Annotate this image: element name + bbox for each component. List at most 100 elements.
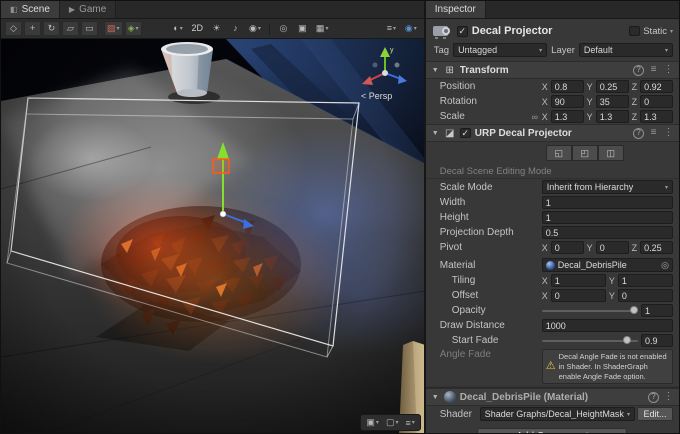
gameobject-active-checkbox[interactable]: ✓	[457, 26, 468, 37]
tab-inspector[interactable]: Inspector	[426, 1, 486, 18]
rotation-z-field[interactable]	[640, 95, 673, 108]
pivot-z-field[interactable]	[640, 241, 673, 254]
scale-x-field[interactable]	[551, 110, 584, 123]
layer-value: Default	[584, 45, 663, 55]
effects-dropdown[interactable]: ◉▾	[246, 21, 264, 36]
scale-link-icon[interactable]: ∞	[530, 112, 540, 122]
material-thumbnail-icon	[444, 391, 456, 403]
tag-dropdown[interactable]: Untagged ▾	[453, 43, 547, 57]
height-field[interactable]	[542, 211, 673, 224]
scale-row: Scale ∞ X Y Z	[426, 109, 679, 124]
opacity-slider[interactable]	[542, 304, 638, 317]
scene-tab-icon: ◧	[10, 5, 18, 14]
shader-dropdown[interactable]: Shader Graphs/Decal_HeightMask ▾	[480, 407, 635, 421]
menu-overlay-button[interactable]: ≡▾	[403, 418, 416, 428]
decal-help-icon[interactable]: ?	[633, 128, 644, 139]
material-object-field[interactable]: Decal_DebrisPile ◎	[542, 258, 673, 272]
object-picker-icon[interactable]: ◎	[661, 261, 669, 270]
edit-pivot-button[interactable]: ◰	[572, 145, 598, 161]
camera-overlay-button[interactable]: ▣▾	[364, 417, 381, 428]
persp-mode-label[interactable]: < Persp	[361, 91, 392, 101]
paint-tool-dropdown[interactable]: ▨▾	[104, 21, 123, 36]
position-y-field[interactable]	[596, 80, 629, 93]
dropdown-arrow-icon: ▾	[412, 419, 415, 426]
edit-uv-button[interactable]: ◫	[598, 145, 624, 161]
position-z-field[interactable]	[640, 80, 673, 93]
tab-scene[interactable]: ◧ Scene	[1, 1, 60, 18]
pivot-y-field[interactable]	[596, 241, 629, 254]
scale-z-field[interactable]	[640, 110, 673, 123]
dropdown-arrow-icon: ▾	[395, 419, 398, 426]
axis-z-label: Z	[632, 243, 638, 253]
decal-projector-header[interactable]: ▼ ◪ ✓ URP Decal Projector ? ≡ ⋮	[426, 124, 679, 142]
transform-foldout-icon[interactable]: ▼	[431, 67, 440, 74]
position-x-field[interactable]	[551, 80, 584, 93]
draw-distance-field[interactable]	[542, 319, 673, 332]
projection-depth-field[interactable]	[542, 226, 673, 239]
rotation-y-field[interactable]	[596, 95, 629, 108]
material-foldout-icon[interactable]: ▼	[431, 394, 440, 401]
decal-component-icon: ◪	[444, 128, 456, 139]
rect-tool-button[interactable]: ▭	[81, 21, 98, 36]
shading-mode-dropdown[interactable]: ◐▾	[170, 21, 187, 36]
2d-toggle[interactable]: 2D	[189, 21, 207, 36]
pivot-x-field[interactable]	[551, 241, 584, 254]
offset-y-field[interactable]	[618, 289, 673, 302]
axis-x-label: X	[542, 97, 548, 107]
start-fade-slider[interactable]	[542, 334, 638, 347]
overlay-menu-dropdown[interactable]: ≡▾	[383, 21, 400, 36]
shader-edit-button[interactable]: Edit...	[637, 407, 673, 421]
inspector-tab-label: Inspector	[435, 4, 476, 15]
static-toggle[interactable]: Static ▾	[629, 26, 673, 37]
frame-overlay-icon: ▢	[386, 417, 395, 428]
tab-game[interactable]: ▶ Game	[60, 1, 116, 18]
start-fade-field[interactable]	[641, 334, 673, 347]
offset-x-field[interactable]	[551, 289, 606, 302]
frame-overlay-button[interactable]: ▢▾	[384, 417, 401, 428]
transform-menu-icon[interactable]: ⋮	[663, 65, 674, 75]
warning-icon: ⚠	[546, 359, 556, 373]
height-label: Height	[440, 212, 540, 223]
view-tool-button[interactable]: ◇	[5, 21, 22, 36]
transform-preset-icon[interactable]: ≡	[648, 65, 659, 75]
scene-lighting-toggle[interactable]: ☀	[208, 21, 225, 36]
search-dropdown[interactable]: ◉▾	[402, 21, 420, 36]
material-menu-icon[interactable]: ⋮	[663, 392, 674, 402]
rotate-tool-button[interactable]: ↻	[43, 21, 60, 36]
material-section-header[interactable]: ▼ Decal_DebrisPile (Material) ? ⋮	[426, 388, 679, 406]
width-field[interactable]	[542, 196, 673, 209]
scene-audio-toggle[interactable]: ♪	[227, 21, 244, 36]
scale-tool-button[interactable]: ▱	[62, 21, 79, 36]
edit-bounds-button[interactable]: ◱	[546, 145, 572, 161]
decal-menu-icon[interactable]: ⋮	[663, 128, 674, 138]
width-label: Width	[440, 197, 540, 208]
decal-enabled-checkbox[interactable]: ✓	[460, 128, 471, 138]
scene-viewport[interactable]: y < Persp ▣▾ ▢▾ ≡▾	[1, 39, 424, 433]
transform-help-icon[interactable]: ?	[633, 65, 644, 76]
static-dropdown-arrow-icon[interactable]: ▾	[670, 28, 673, 35]
offset-fields: X Y	[542, 289, 673, 302]
decal-preset-icon[interactable]: ≡	[648, 128, 659, 138]
gameobject-name[interactable]: Decal Projector	[472, 25, 625, 37]
tiling-x-field[interactable]	[551, 274, 606, 287]
scale-mode-dropdown[interactable]: Inherit from Hierarchy ▾	[542, 180, 673, 194]
move-tool-button[interactable]: +	[24, 21, 41, 36]
scale-y-field[interactable]	[596, 110, 629, 123]
angle-fade-label: Angle Fade	[440, 349, 540, 384]
scene-visibility-toggle[interactable]: ◎	[275, 21, 292, 36]
check-icon: ✓	[458, 27, 466, 36]
probe-tool-dropdown[interactable]: ◈▾	[125, 21, 142, 36]
opacity-field[interactable]	[641, 304, 673, 317]
rotation-x-field[interactable]	[551, 95, 584, 108]
camera-settings-button[interactable]: ▣	[294, 21, 311, 36]
tiling-y-field[interactable]	[618, 274, 673, 287]
grid-dropdown[interactable]: ▦▾	[313, 21, 332, 36]
material-help-icon[interactable]: ?	[648, 392, 659, 403]
static-checkbox[interactable]	[629, 26, 640, 36]
transform-header[interactable]: ▼ ⊞ Transform ? ≡ ⋮	[426, 61, 679, 79]
tiling-label: Tiling	[440, 275, 540, 286]
dropdown-arrow-icon: ▾	[180, 26, 183, 32]
add-component-button[interactable]: Add Component	[477, 428, 627, 433]
layer-dropdown[interactable]: Default ▾	[579, 43, 673, 57]
decal-foldout-icon[interactable]: ▼	[431, 130, 440, 137]
